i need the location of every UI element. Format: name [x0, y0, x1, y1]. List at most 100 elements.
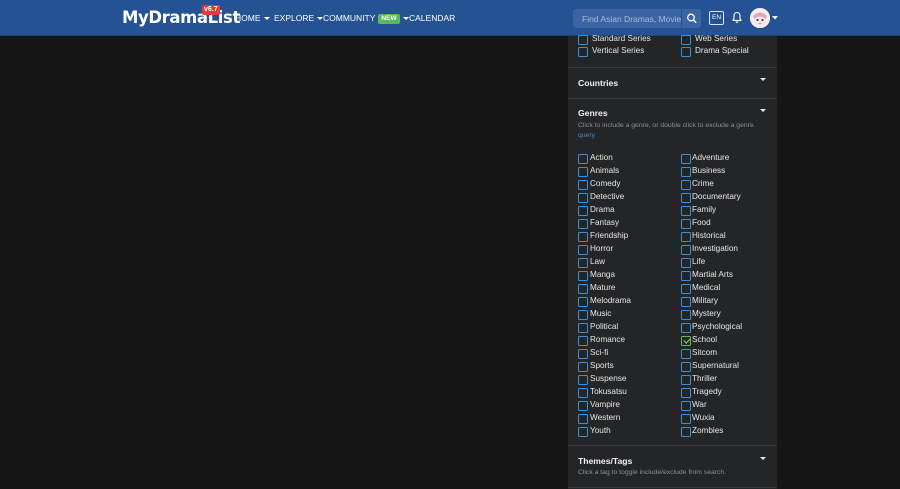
checkbox-genre-military[interactable]: [681, 297, 691, 307]
nav-community[interactable]: COMMUNITY NEW: [323, 13, 409, 24]
checkbox-genre-war[interactable]: [681, 401, 691, 411]
genre-label-manga[interactable]: Manga: [590, 270, 615, 280]
genre-label-youth[interactable]: Youth: [590, 426, 611, 436]
genre-label-zombies[interactable]: Zombies: [692, 426, 723, 436]
genre-label-political[interactable]: Political: [590, 322, 618, 332]
search-button[interactable]: [681, 9, 701, 28]
checkbox-genre-business[interactable]: [681, 167, 691, 177]
checkbox-genre-tragedy[interactable]: [681, 388, 691, 398]
checkbox-genre-mature[interactable]: [578, 284, 588, 294]
checkbox-genre-romance[interactable]: [578, 336, 588, 346]
genre-label-life[interactable]: Life: [692, 257, 705, 267]
checkbox-genre-family[interactable]: [681, 206, 691, 216]
chevron-down-icon[interactable]: [760, 78, 766, 81]
genre-label-historical[interactable]: Historical: [692, 231, 726, 241]
checkbox-genre-investigation[interactable]: [681, 245, 691, 255]
genre-label-crime[interactable]: Crime: [692, 179, 714, 189]
checkbox-genre-zombies[interactable]: [681, 427, 691, 437]
checkbox-genre-detective[interactable]: [578, 193, 588, 203]
genre-label-law[interactable]: Law: [590, 257, 605, 267]
genre-label-martial-arts[interactable]: Martial Arts: [692, 270, 733, 280]
genre-label-drama[interactable]: Drama: [590, 205, 615, 215]
checkbox-genre-crime[interactable]: [681, 180, 691, 190]
checkbox-genre-wuxia[interactable]: [681, 414, 691, 424]
checkbox-genre-sci-fi[interactable]: [578, 349, 588, 359]
checkbox-genre-tokusatsu[interactable]: [578, 388, 588, 398]
checkbox-genre-manga[interactable]: [578, 271, 588, 281]
genre-label-mature[interactable]: Mature: [590, 283, 615, 293]
checkbox-genre-horror[interactable]: [578, 245, 588, 255]
genre-label-comedy[interactable]: Comedy: [590, 179, 621, 189]
genre-label-action[interactable]: Action: [590, 153, 613, 163]
genre-label-school[interactable]: School: [692, 335, 717, 345]
checkbox-web-series[interactable]: [681, 35, 691, 45]
site-logo[interactable]: MyDramaList: [122, 8, 240, 27]
checkbox-standard-series[interactable]: [578, 35, 588, 45]
nav-calendar[interactable]: CALENDAR: [409, 13, 455, 24]
checkbox-genre-melodrama[interactable]: [578, 297, 588, 307]
checkbox-vertical-series[interactable]: [578, 47, 588, 57]
checkbox-genre-suspense[interactable]: [578, 375, 588, 385]
bell-icon[interactable]: [731, 11, 743, 24]
avatar[interactable]: [750, 8, 770, 28]
checkbox-genre-western[interactable]: [578, 414, 588, 424]
checkbox-drama-special[interactable]: [681, 47, 691, 57]
checkbox-genre-thriller[interactable]: [681, 375, 691, 385]
checkbox-genre-political[interactable]: [578, 323, 588, 333]
nav-home[interactable]: HOME: [235, 13, 270, 24]
genre-label-tokusatsu[interactable]: Tokusatsu: [590, 387, 627, 397]
checkbox-genre-fantasy[interactable]: [578, 219, 588, 229]
genre-label-wuxia[interactable]: Wuxia: [692, 413, 715, 423]
genre-label-thriller[interactable]: Thriller: [692, 374, 717, 384]
checkbox-genre-medical[interactable]: [681, 284, 691, 294]
search-input[interactable]: [573, 9, 681, 28]
genre-label-psychological[interactable]: Psychological: [692, 322, 742, 332]
checkbox-genre-supernatural[interactable]: [681, 362, 691, 372]
genre-label-supernatural[interactable]: Supernatural: [692, 361, 739, 371]
checkbox-genre-drama[interactable]: [578, 206, 588, 216]
checkbox-genre-documentary[interactable]: [681, 193, 691, 203]
genre-label-adventure[interactable]: Adventure: [692, 153, 729, 163]
nav-explore[interactable]: EXPLORE: [274, 13, 324, 24]
genre-label-family[interactable]: Family: [692, 205, 716, 215]
checkbox-genre-music[interactable]: [578, 310, 588, 320]
checkbox-genre-mystery[interactable]: [681, 310, 691, 320]
genre-label-military[interactable]: Military: [692, 296, 718, 306]
checkbox-genre-school[interactable]: [681, 336, 691, 346]
checkbox-genre-psychological[interactable]: [681, 323, 691, 333]
genre-label-music[interactable]: Music: [590, 309, 611, 319]
checkbox-genre-life[interactable]: [681, 258, 691, 268]
checkbox-genre-martial-arts[interactable]: [681, 271, 691, 281]
genre-label-investigation[interactable]: Investigation: [692, 244, 738, 254]
genre-label-documentary[interactable]: Documentary: [692, 192, 741, 202]
genre-label-sports[interactable]: Sports: [590, 361, 614, 371]
genre-label-sci-fi[interactable]: Sci-fi: [590, 348, 608, 358]
checkbox-genre-adventure[interactable]: [681, 154, 691, 164]
checkbox-genre-action[interactable]: [578, 154, 588, 164]
checkbox-genre-friendship[interactable]: [578, 232, 588, 242]
genre-label-war[interactable]: War: [692, 400, 707, 410]
chevron-down-icon[interactable]: [760, 457, 766, 460]
genre-label-western[interactable]: Western: [590, 413, 620, 423]
genre-label-friendship[interactable]: Friendship: [590, 231, 628, 241]
genre-label-food[interactable]: Food: [692, 218, 711, 228]
checkbox-genre-vampire[interactable]: [578, 401, 588, 411]
checkbox-genre-law[interactable]: [578, 258, 588, 268]
genre-label-romance[interactable]: Romance: [590, 335, 625, 345]
genre-label-detective[interactable]: Detective: [590, 192, 624, 202]
genre-label-business[interactable]: Business: [692, 166, 725, 176]
checkbox-genre-comedy[interactable]: [578, 180, 588, 190]
genres-title[interactable]: Genres: [578, 108, 608, 118]
genre-label-mystery[interactable]: Mystery: [692, 309, 721, 319]
checkbox-genre-youth[interactable]: [578, 427, 588, 437]
genre-label-fantasy[interactable]: Fantasy: [590, 218, 619, 228]
language-button[interactable]: EN: [709, 11, 724, 25]
genre-label-animals[interactable]: Animals: [590, 166, 619, 176]
genre-label-medical[interactable]: Medical: [692, 283, 720, 293]
genre-label-horror[interactable]: Horror: [590, 244, 613, 254]
themes-title[interactable]: Themes/Tags: [578, 456, 632, 466]
genre-label-tragedy[interactable]: Tragedy: [692, 387, 722, 397]
genre-label-vampire[interactable]: Vampire: [590, 400, 620, 410]
countries-title[interactable]: Countries: [578, 78, 618, 88]
checkbox-genre-sitcom[interactable]: [681, 349, 691, 359]
